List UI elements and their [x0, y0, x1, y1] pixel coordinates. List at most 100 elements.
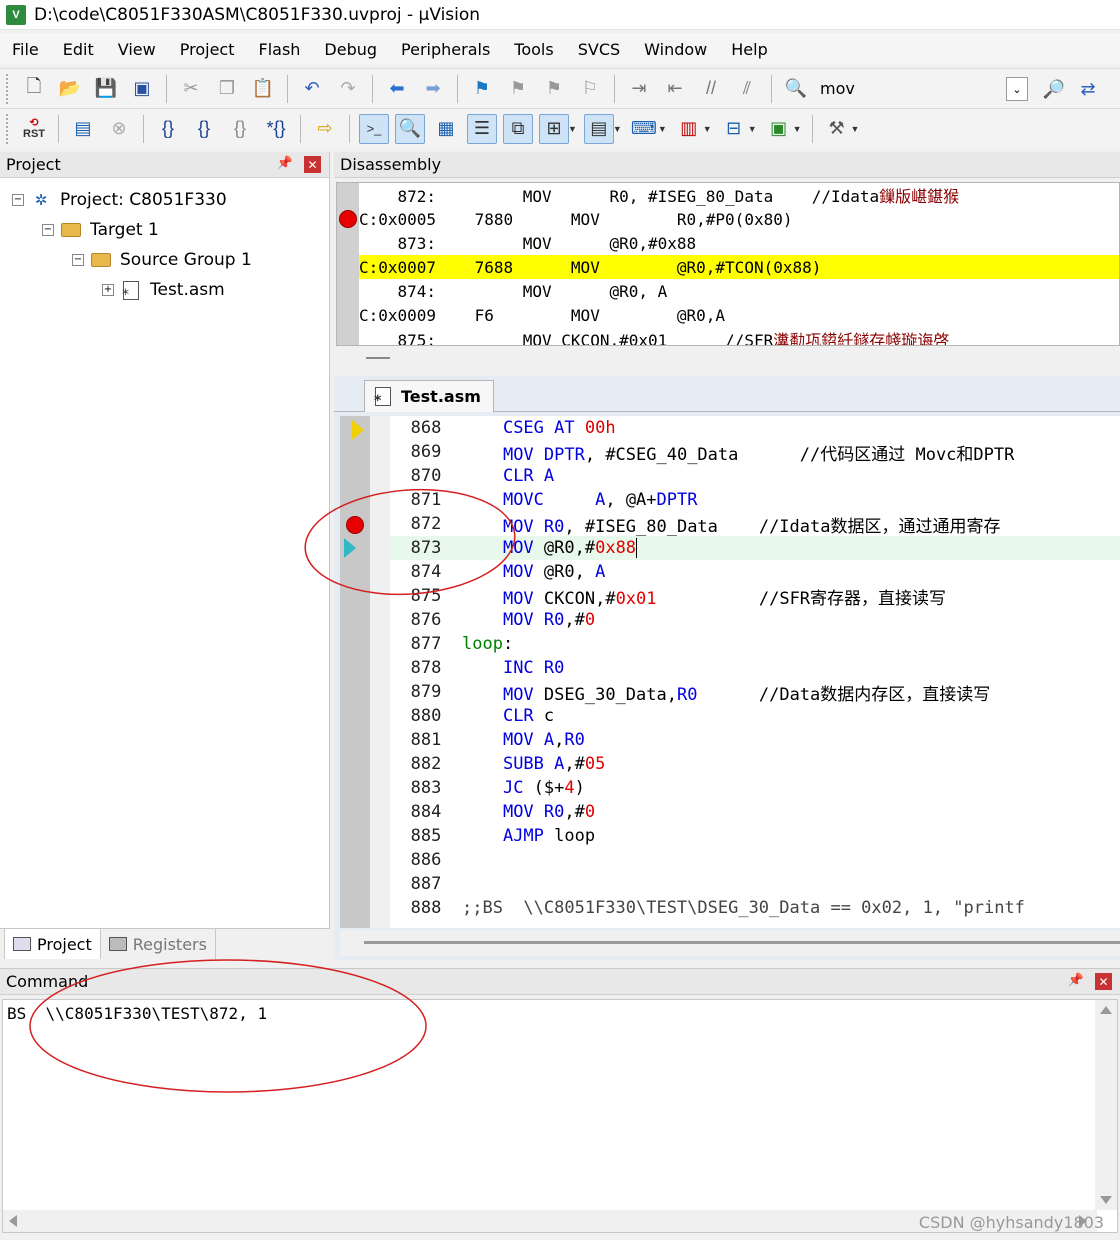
run-icon[interactable]: ▤: [68, 114, 98, 144]
command-vscrollbar[interactable]: [1095, 1000, 1117, 1210]
menu-flash[interactable]: Flash: [246, 40, 312, 59]
disassembly-window-icon[interactable]: 🔍: [395, 113, 425, 144]
collapse-icon[interactable]: −: [42, 224, 54, 236]
scroll-up-icon[interactable]: [1100, 1006, 1112, 1014]
symbols-window-icon[interactable]: ▦: [431, 114, 461, 144]
menu-svcs[interactable]: SVCS: [566, 40, 632, 59]
collapse-icon[interactable]: −: [72, 254, 84, 266]
code-line[interactable]: 879 MOV DSEG_30_Data,R0 //Data数据内存区，直接读写: [390, 680, 1120, 705]
code-line[interactable]: 877 loop:: [390, 632, 1120, 656]
code-line[interactable]: 885 AJMP loop: [390, 824, 1120, 848]
cut-icon[interactable]: ✂: [176, 74, 206, 104]
menu-debug[interactable]: Debug: [312, 40, 389, 59]
memory-window-icon[interactable]: ▤: [583, 113, 614, 144]
close-icon[interactable]: ✕: [304, 156, 321, 173]
registers-window-icon[interactable]: ☰: [467, 113, 497, 144]
watch-window-icon[interactable]: ⊞: [539, 113, 569, 144]
indent-icon[interactable]: ⇥: [624, 74, 654, 104]
code-line[interactable]: 869 MOV DPTR, #CSEG_40_Data //代码区通过 Movc…: [390, 440, 1120, 465]
toolbox-icon[interactable]: ⚒: [822, 114, 852, 144]
find-combo-dropdown[interactable]: ⌄: [1006, 77, 1028, 101]
watch-dropdown-icon[interactable]: ▼: [568, 124, 577, 134]
code-line[interactable]: 883 JC ($+4): [390, 776, 1120, 800]
show-next-statement-icon[interactable]: ⇨: [310, 114, 340, 144]
tree-item-source-group[interactable]: − Source Group 1: [72, 246, 252, 274]
paste-icon[interactable]: 📋: [248, 74, 278, 104]
code-line[interactable]: 887: [390, 872, 1120, 896]
uncomment-icon[interactable]: ⫽: [732, 74, 762, 104]
toolbox-dropdown-icon[interactable]: ▼: [851, 124, 860, 134]
disassembly-gutter[interactable]: [337, 183, 359, 345]
menu-help[interactable]: Help: [719, 40, 779, 59]
open-folder-icon[interactable]: 📂: [55, 74, 85, 104]
code-line[interactable]: 872 MOV R0, #ISEG_80_Data //Idata数据区，通过通…: [390, 512, 1120, 537]
breakpoint-gutter[interactable]: [340, 416, 370, 928]
copy-icon[interactable]: ❐: [212, 74, 242, 104]
disassembly-line[interactable]: 873: MOV @R0,#0x88: [359, 231, 1119, 255]
prev-bookmark-icon[interactable]: ⚑: [503, 74, 533, 104]
save-icon[interactable]: 💾: [91, 74, 121, 104]
menu-file[interactable]: File: [0, 40, 51, 59]
tree-item-project[interactable]: − ✲ Project: C8051F330: [12, 186, 227, 214]
reset-icon[interactable]: ⟲ RST: [19, 114, 49, 144]
pin-icon[interactable]: 📌: [277, 156, 293, 171]
new-file-icon[interactable]: 🗋: [19, 74, 49, 104]
code-line[interactable]: 880 CLR c: [390, 704, 1120, 728]
code-line[interactable]: 882 SUBB A,#05: [390, 752, 1120, 776]
expand-icon[interactable]: +: [102, 284, 114, 296]
run-to-cursor-icon[interactable]: *{}: [261, 114, 291, 144]
disassembly-line[interactable]: C:0x0009 F6 MOV @R0,A: [359, 303, 1119, 327]
incremental-find-icon[interactable]: ⇄: [1073, 74, 1103, 104]
code-line[interactable]: 870 CLR A: [390, 464, 1120, 488]
command-window-icon[interactable]: >_: [359, 113, 389, 144]
tab-test-asm[interactable]: Test.asm: [364, 380, 494, 412]
code-line[interactable]: 871 MOVC A, @A+DPTR: [390, 488, 1120, 512]
code-line[interactable]: 878 INC R0: [390, 656, 1120, 680]
pin-icon[interactable]: 📌: [1068, 973, 1084, 988]
menu-view[interactable]: View: [106, 40, 168, 59]
toolbar-grip[interactable]: [6, 73, 10, 104]
disassembly-line[interactable]: C:0x0005 7880 MOV R0,#P0(0x80): [359, 207, 1119, 231]
tree-item-file[interactable]: + Test.asm: [102, 276, 225, 304]
analysis-window-icon[interactable]: ▥: [674, 114, 704, 144]
code-line[interactable]: 874 MOV @R0, A: [390, 560, 1120, 584]
code-editor[interactable]: 868 CSEG AT 00h 869 MOV DPTR, #CSEG_40_Da…: [340, 416, 1120, 928]
collapse-icon[interactable]: −: [12, 194, 24, 206]
tab-registers[interactable]: Registers: [101, 929, 216, 959]
scroll-down-icon[interactable]: [1100, 1196, 1112, 1204]
nav-back-icon[interactable]: ⬅: [382, 74, 412, 104]
unindent-icon[interactable]: ⇤: [660, 74, 690, 104]
next-bookmark-icon[interactable]: ⚑: [539, 74, 569, 104]
comment-icon[interactable]: //: [696, 74, 726, 104]
code-line[interactable]: 881 MOV A,R0: [390, 728, 1120, 752]
disassembly-line[interactable]: 872: MOV R0, #ISEG_80_Data //Idata鏁版嵁鍖猴: [359, 183, 1119, 207]
nav-forward-icon[interactable]: ➡: [418, 74, 448, 104]
breakpoint-icon[interactable]: [339, 210, 357, 228]
tab-project[interactable]: Project: [4, 929, 101, 959]
system-viewer-dropdown-icon[interactable]: ▼: [793, 124, 802, 134]
system-viewer-icon[interactable]: ▣: [764, 114, 794, 144]
code-line[interactable]: 884 MOV R0,#0: [390, 800, 1120, 824]
step-into-icon[interactable]: {}: [153, 114, 183, 144]
save-all-icon[interactable]: ▣: [127, 74, 157, 104]
menu-peripherals[interactable]: Peripherals: [389, 40, 502, 59]
menu-edit[interactable]: Edit: [51, 40, 106, 59]
serial-dropdown-icon[interactable]: ▼: [658, 124, 667, 134]
disassembly-current-line[interactable]: C:0x0007 7688 MOV @R0,#TCON(0x88): [359, 255, 1119, 279]
find-in-files-icon[interactable]: 🔍: [781, 74, 811, 104]
command-output[interactable]: BS \\C8051F330\TEST\872, 1: [2, 999, 1118, 1233]
call-stack-icon[interactable]: ⧉: [503, 113, 533, 144]
trace-dropdown-icon[interactable]: ▼: [748, 124, 757, 134]
breakpoint-icon[interactable]: [346, 516, 364, 534]
menu-tools[interactable]: Tools: [502, 40, 565, 59]
find-text-combo[interactable]: mov: [820, 79, 855, 98]
find-icon[interactable]: 🔎: [1039, 74, 1069, 104]
memory-dropdown-icon[interactable]: ▼: [613, 124, 622, 134]
code-line[interactable]: 886: [390, 848, 1120, 872]
scroll-thumb[interactable]: [366, 357, 390, 359]
serial-window-icon[interactable]: ⌨: [629, 114, 659, 144]
tree-item-target[interactable]: − Target 1: [42, 216, 159, 244]
code-line[interactable]: 876 MOV R0,#0: [390, 608, 1120, 632]
scroll-thumb[interactable]: [364, 941, 1120, 944]
analysis-dropdown-icon[interactable]: ▼: [703, 124, 712, 134]
